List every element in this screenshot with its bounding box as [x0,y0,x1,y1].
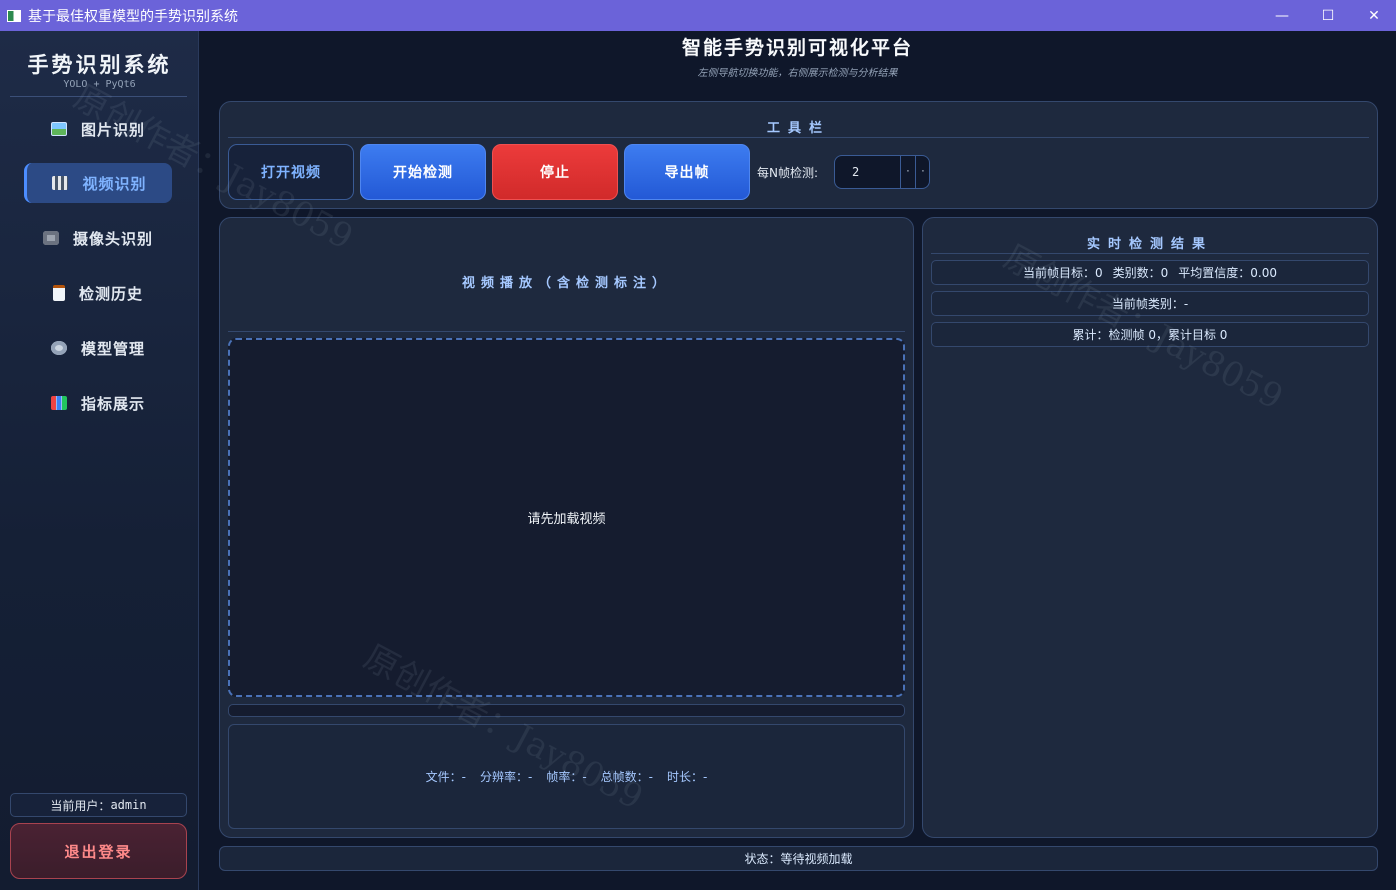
video-display[interactable]: 请先加载视频 [228,338,905,697]
sidebar-item-label: 摄像头识别 [72,229,153,248]
result-current-classes: 当前帧类别：- [931,291,1369,316]
result-current-classes-text: 当前帧类别：- [1111,297,1189,311]
sidebar-item-label: 模型管理 [80,339,145,358]
close-button[interactable]: ✕ [1351,0,1396,31]
sidebar-item-video[interactable]: 视频识别 [24,163,172,203]
result-summary-row: 当前帧目标：0 类别数：0 平均置信度：0.00 [931,260,1369,285]
start-detect-button[interactable]: 开始检测 [360,144,486,200]
gear-icon [50,341,67,355]
sidebar-item-history[interactable]: 检测历史 [24,273,172,313]
stop-button[interactable]: 停止 [492,144,618,200]
video-info-duration: 时长：- [667,770,708,784]
sidebar-item-models[interactable]: 模型管理 [24,328,172,368]
sidebar: 手势识别系统 YOLO + PyQt6 图片识别 视频识别 摄像头识别 检测历史… [0,31,199,890]
status-text: 状态：等待视频加载 [744,852,853,866]
result-cumulative-text: 累计：检测帧 0，累计目标 0 [1072,328,1228,342]
page-title: 智能手势识别可视化平台 [681,37,913,59]
spin-down-icon[interactable]: · [900,156,915,188]
results-panel-title: 实时检测结果 [1086,237,1213,252]
current-user-label: 当前用户： [50,798,111,813]
clipboard-icon [52,285,65,301]
every-n-frames-value: 2 [852,165,860,179]
sidebar-item-image[interactable]: 图片识别 [24,109,172,149]
every-n-frames-label: 每N帧检测: [757,166,819,180]
sidebar-divider [10,96,187,97]
toolbar-divider [228,137,1369,138]
video-info-file: 文件：- [425,770,466,784]
result-avg-confidence: 平均置信度：0.00 [1178,266,1277,280]
export-frame-button[interactable]: 导出帧 [624,144,750,200]
logout-button[interactable]: 退出登录 [10,823,187,879]
spin-up-icon[interactable]: · [915,156,930,188]
sidebar-item-label: 指标展示 [80,394,145,413]
app-icon [7,9,21,22]
sidebar-item-label: 图片识别 [80,120,145,139]
sidebar-item-label: 视频识别 [82,174,147,193]
window-titlebar: 基于最佳权重模型的手势识别系统 — ☐ ✕ [0,0,1396,31]
result-cumulative: 累计：检测帧 0，累计目标 0 [931,322,1369,347]
sidebar-title: 手势识别系统 [27,52,172,77]
sidebar-subtitle: YOLO + PyQt6 [63,79,136,90]
open-video-button[interactable]: 打开视频 [228,144,354,200]
sidebar-item-metrics[interactable]: 指标展示 [24,383,172,423]
window-title: 基于最佳权重模型的手势识别系统 [28,8,238,25]
every-n-frames-spinbox[interactable]: 2 · · [834,155,930,189]
video-placeholder: 请先加载视频 [527,512,606,527]
video-info-fps: 帧率：- [546,770,587,784]
page-subtitle: 左侧导航切换功能，右侧展示检测与分析结果 [697,68,898,79]
sidebar-item-label: 检测历史 [78,284,143,303]
toolbar-title: 工具栏 [766,121,830,136]
maximize-button[interactable]: ☐ [1305,0,1351,31]
camera-icon [42,231,59,245]
video-panel-divider [228,331,905,332]
video-info-total-frames: 总帧数：- [600,770,654,784]
bar-chart-icon [50,396,67,410]
clapperboard-icon [52,176,69,190]
current-user-name: admin [110,798,147,812]
results-panel-divider [931,253,1369,254]
current-user: 当前用户： admin [10,793,187,817]
video-info-resolution: 分辨率：- [479,770,533,784]
status-bar: 状态：等待视频加载 [219,846,1378,871]
minimize-button[interactable]: — [1259,0,1305,31]
video-info: 文件：- 分辨率：- 帧率：- 总帧数：- 时长：- [228,724,905,829]
image-icon [50,122,67,136]
video-panel-title: 视频播放（含检测标注） [461,276,671,291]
result-classes: 类别数：0 [1112,266,1169,280]
sidebar-item-camera[interactable]: 摄像头识别 [24,218,172,258]
video-progress-bar[interactable] [228,704,905,717]
result-targets: 当前帧目标：0 [1022,266,1103,280]
